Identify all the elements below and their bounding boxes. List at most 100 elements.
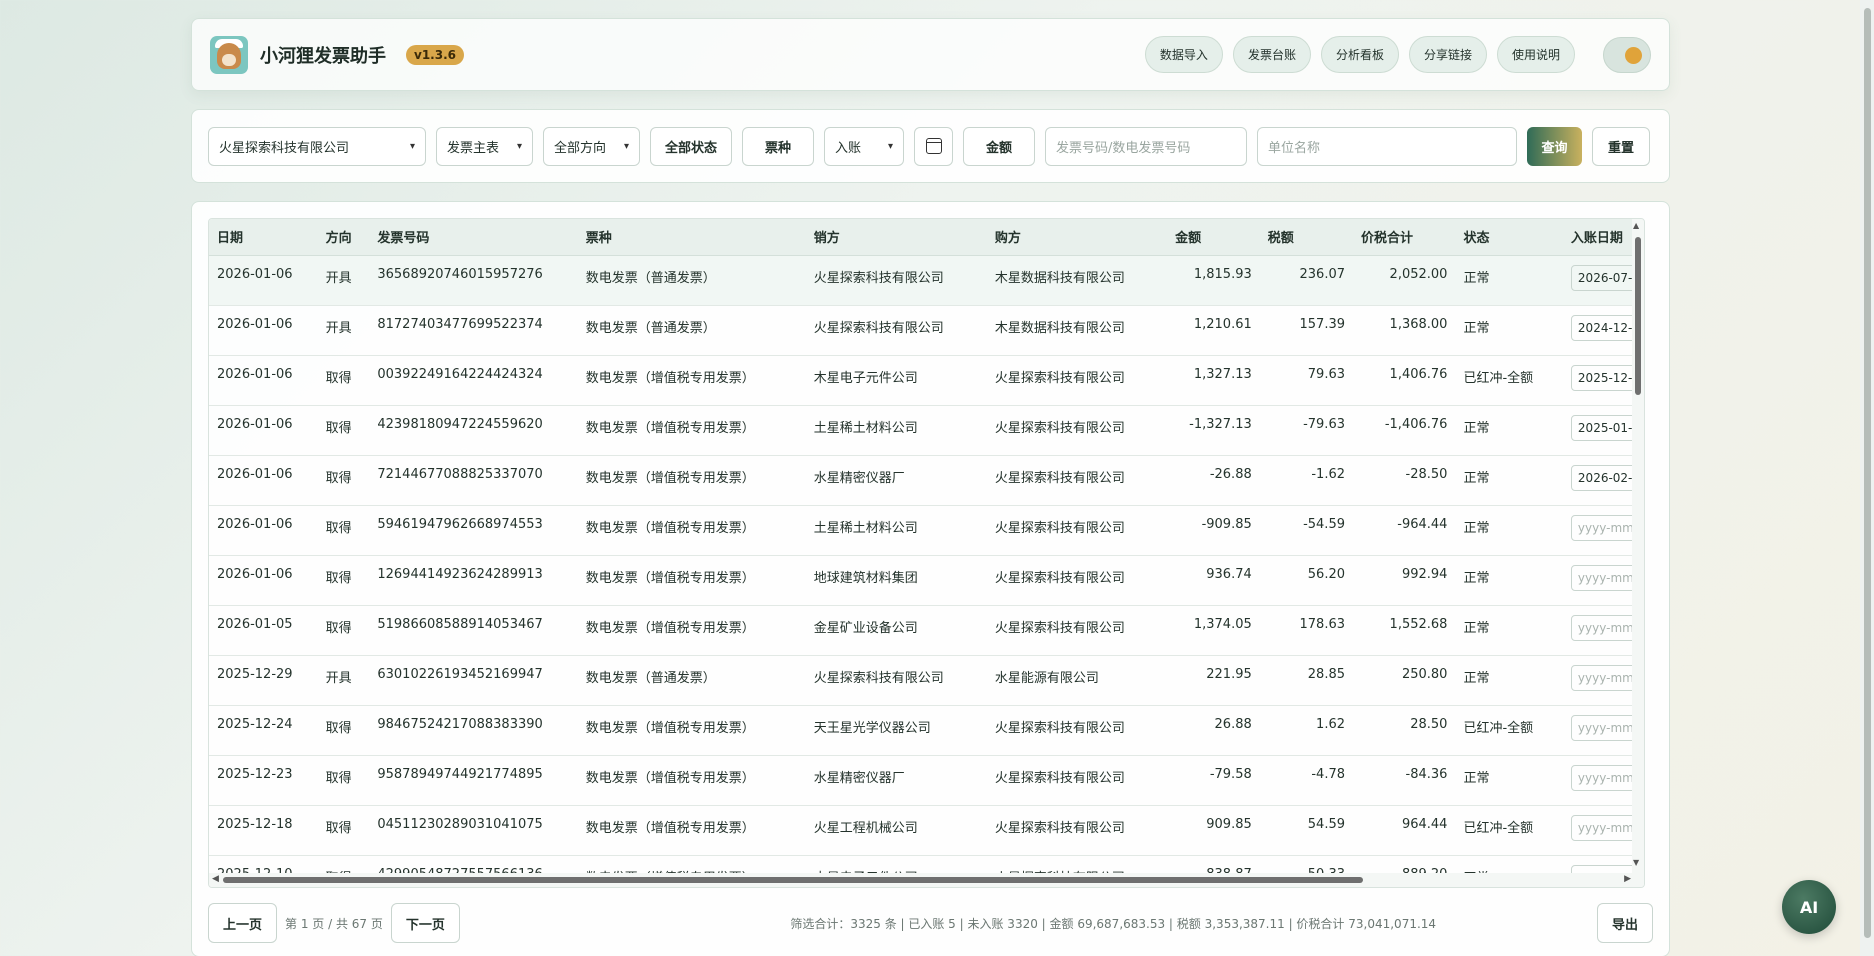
ledger-panel: 日期 方向 发票号码 票种 销方 购方 金额 税额 价税合计 状态 入账日期 2026-01-06 开…: [191, 201, 1670, 956]
cell-number: 59461947962668974553: [369, 505, 578, 556]
beaver-logo-icon: [210, 35, 248, 74]
table-row[interactable]: 2026-01-06 取得 59461947962668974553 数电发票（增值税…: [209, 505, 1644, 556]
cell-amount: 26.88: [1167, 705, 1260, 756]
column-header-date: 日期: [209, 219, 318, 256]
export-button[interactable]: 导出: [1596, 903, 1653, 943]
nav-data-import[interactable]: 数据导入: [1144, 36, 1223, 73]
cell-date: 2026-01-05: [209, 605, 318, 656]
party-name-input[interactable]: 单位名称: [1257, 126, 1517, 166]
column-header-buyer: 购方: [986, 219, 1168, 256]
table-row[interactable]: 2026-01-06 开具 81727403477699522374 数电发票（普通发…: [209, 305, 1644, 356]
cell-direction: 取得: [317, 755, 370, 806]
table-row[interactable]: 2025-12-18 取得 04511230289031041075 数电发票（增值税…: [209, 805, 1644, 856]
cell-date: 2026-01-06: [209, 505, 318, 556]
table-row[interactable]: 2025-12-29 开具 63010226193452169947 数电发票（普通发…: [209, 655, 1644, 706]
column-header-tax: 税额: [1259, 219, 1353, 256]
cell-total: -84.36: [1353, 755, 1456, 806]
scroll-left-icon[interactable]: ◀: [212, 874, 219, 884]
cell-seller: 金星矿业设备公司: [805, 605, 987, 656]
vertical-scroll-thumb[interactable]: [1635, 237, 1641, 395]
cell-direction: 取得: [317, 605, 370, 656]
column-header-seller: 销方: [805, 219, 987, 256]
horizontal-scroll-thumb[interactable]: [223, 877, 1363, 883]
cell-type: 数电发票（增值税专用发票）: [577, 755, 806, 806]
reset-button[interactable]: 重置: [1592, 126, 1650, 166]
cell-amount: -1,327.13: [1167, 405, 1260, 456]
cell-date: 2026-01-06: [209, 305, 318, 356]
booked-select[interactable]: 入账 ▾: [824, 126, 904, 166]
cell-status: 已红冲-全额: [1455, 355, 1563, 406]
ai-assistant-button[interactable]: AI: [1782, 880, 1836, 934]
chevron-down-icon: ▾: [516, 140, 522, 152]
amount-filter-button[interactable]: 金额: [963, 126, 1035, 166]
cell-amount: 1,210.61: [1167, 305, 1260, 356]
table-row[interactable]: 2026-01-06 取得 12694414923624289913 数电发票（增值税…: [209, 555, 1644, 606]
cell-type: 数电发票（增值税专用发票）: [577, 605, 806, 656]
table-row[interactable]: 2026-01-05 取得 51986608588914053467 数电发票（增值税…: [209, 605, 1644, 656]
cell-direction: 取得: [317, 455, 370, 506]
chevron-down-icon: ▾: [623, 140, 629, 152]
vertical-scrollbar[interactable]: ▲ ▼: [1632, 219, 1644, 887]
cell-seller: 火星探索科技有限公司: [805, 305, 987, 356]
table-row[interactable]: 2026-01-06 开具 36568920746015957276 数电发票（普通发…: [209, 255, 1644, 306]
cell-type: 数电发票（增值税专用发票）: [577, 805, 806, 856]
cell-buyer: 火星探索科技有限公司: [986, 755, 1168, 806]
scroll-right-icon[interactable]: ▶: [1624, 874, 1631, 884]
page-scroll-thumb[interactable]: [1864, 8, 1871, 938]
cell-buyer: 火星探索科技有限公司: [986, 555, 1168, 606]
nav-invoice-ledger[interactable]: 发票台账: [1232, 36, 1311, 73]
table-row[interactable]: 2025-12-24 取得 98467524217088383390 数电发票（增值税…: [209, 705, 1644, 756]
calendar-icon: [925, 138, 942, 154]
date-picker-button[interactable]: [914, 126, 953, 166]
cell-buyer: 火星探索科技有限公司: [986, 805, 1168, 856]
cell-seller: 地球建筑材料集团: [805, 555, 987, 606]
app-header: 小河狸发票助手 v1.3.6 数据导入 发票台账 分析看板 分享链接 使用说明: [191, 18, 1670, 91]
cell-number: 63010226193452169947: [369, 655, 578, 706]
status-filter-button[interactable]: 全部状态: [650, 126, 732, 166]
ticket-type-button[interactable]: 票种: [742, 126, 814, 166]
cell-type: 数电发票（增值税专用发票）: [577, 705, 806, 756]
nav-share-link[interactable]: 分享链接: [1408, 36, 1487, 73]
pagination-bar: 上一页 第 1 页 / 共 67 页 下一页 筛选合计：3325 条 | 已入账…: [208, 902, 1653, 944]
next-page-button[interactable]: 下一页: [390, 903, 460, 943]
invoice-number-input[interactable]: 发票号码/数电发票号码: [1045, 126, 1247, 166]
table-row[interactable]: 2026-01-06 取得 42398180947224559620 数电发票（增值税…: [209, 405, 1644, 456]
scroll-up-icon[interactable]: ▲: [1633, 221, 1639, 230]
prev-page-button[interactable]: 上一页: [208, 903, 278, 943]
table-row[interactable]: 2026-01-06 取得 72144677088825337070 数电发票（增值税…: [209, 455, 1644, 506]
cell-number: 51986608588914053467: [369, 605, 578, 656]
cell-direction: 开具: [317, 255, 370, 306]
horizontal-scrollbar[interactable]: ◀ ▶: [209, 873, 1634, 887]
cell-total: 992.94: [1353, 555, 1456, 606]
cell-date: 2026-01-06: [209, 455, 318, 506]
page-scrollbar[interactable]: [1860, 0, 1874, 956]
filter-bar: 火星探索科技有限公司 ▾ 发票主表 ▾ 全部方向 ▾ 全部状态 票种 入账 ▾ 金额 发…: [191, 109, 1670, 183]
cell-date: 2026-01-06: [209, 255, 318, 306]
cell-status: 正常: [1455, 305, 1563, 356]
query-button[interactable]: 查询: [1527, 126, 1582, 166]
cell-buyer: 火星探索科技有限公司: [986, 455, 1168, 506]
direction-select[interactable]: 全部方向 ▾: [543, 126, 640, 166]
cell-seller: 天王星光学仪器公司: [805, 705, 987, 756]
cell-number: 95878949744921774895: [369, 755, 578, 806]
nav-help[interactable]: 使用说明: [1496, 36, 1575, 73]
cell-total: 1,368.00: [1353, 305, 1456, 356]
cell-date: 2025-12-24: [209, 705, 318, 756]
invoice-table: 日期 方向 发票号码 票种 销方 购方 金额 税额 价税合计 状态 入账日期 2026-01-06 开…: [209, 219, 1644, 887]
cell-date: 2026-01-06: [209, 405, 318, 456]
company-select[interactable]: 火星探索科技有限公司 ▾: [208, 126, 426, 166]
cell-total: 2,052.00: [1353, 255, 1456, 306]
cell-status: 已红冲-全额: [1455, 705, 1563, 756]
scroll-down-icon[interactable]: ▼: [1633, 858, 1639, 867]
cell-direction: 取得: [317, 505, 370, 556]
nav-analytics[interactable]: 分析看板: [1320, 36, 1399, 73]
direction-select-value: 全部方向: [554, 140, 607, 156]
app-container: 小河狸发票助手 v1.3.6 数据导入 发票台账 分析看板 分享链接 使用说明 …: [191, 18, 1670, 956]
theme-toggle[interactable]: [1603, 36, 1651, 73]
cell-total: -1,406.76: [1353, 405, 1456, 456]
filter-summary: 筛选合计：3325 条 | 已入账 5 | 未入账 3320 | 金额 69,6…: [790, 916, 1437, 931]
entity-select-value: 发票主表: [447, 140, 500, 156]
entity-select[interactable]: 发票主表 ▾: [436, 126, 533, 166]
table-row[interactable]: 2025-12-23 取得 95878949744921774895 数电发票（增值税…: [209, 755, 1644, 806]
table-row[interactable]: 2026-01-06 取得 00392249164224424324 数电发票（增值税…: [209, 355, 1644, 406]
